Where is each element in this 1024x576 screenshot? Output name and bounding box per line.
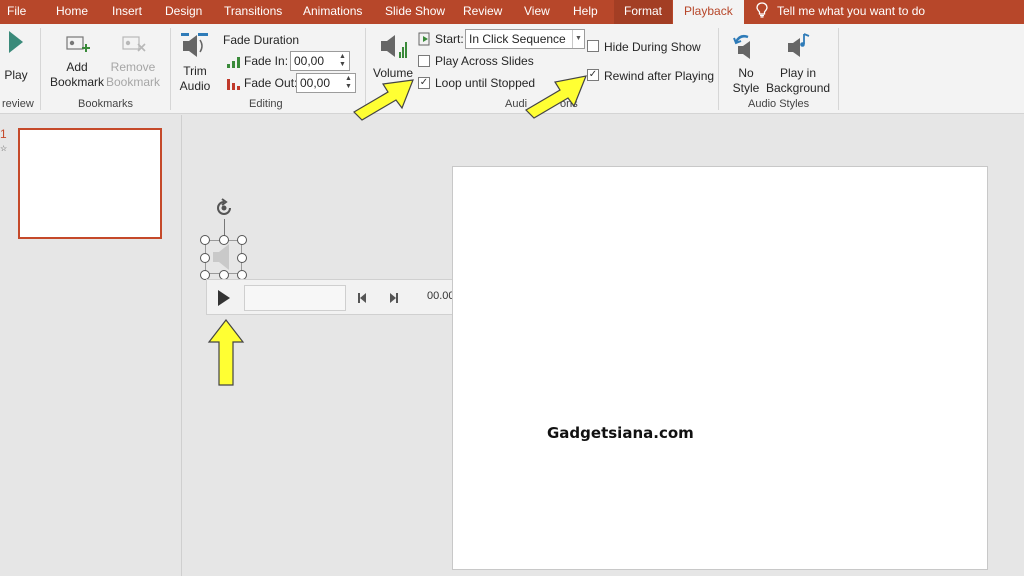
play-icon [9,31,23,53]
trim-audio-icon [181,33,208,57]
tab-view[interactable]: View [524,0,550,24]
group-label-editing: Editing [249,98,283,110]
fade-out-spinner[interactable]: 00,00 ▲ ▼ [296,73,356,93]
play-across-slides-label: Play Across Slides [435,54,534,68]
skip-back-icon[interactable] [357,292,369,304]
fade-in-value: 00,00 [294,54,325,68]
hide-during-show-label: Hide During Show [604,40,701,54]
play-in-background-label-1: Play in [779,66,817,80]
slide-thumbnail[interactable] [18,128,162,239]
separator [718,28,719,110]
lightbulb-icon [756,2,768,18]
slide-number: 1 [0,127,7,141]
play-label: Play [4,68,28,82]
remove-bookmark-label-2: Bookmark [106,75,161,89]
fade-out-icon [227,79,240,90]
resize-handle[interactable] [237,235,247,245]
tab-slide-show[interactable]: Slide Show [385,0,445,24]
play-preview-button[interactable]: Play [4,30,28,83]
separator [170,28,171,110]
skip-forward-icon[interactable] [387,292,399,304]
tell-me-box[interactable]: Tell me what you want to do [756,0,925,24]
start-value: In Click Sequence [469,32,566,46]
add-bookmark-label-1: Add [66,60,88,74]
tab-format[interactable]: Format [614,0,673,24]
add-bookmark-icon [66,36,90,52]
fade-in-label: Fade In: [244,54,289,68]
tell-me-text: Tell me what you want to do [777,4,926,18]
resize-handle[interactable] [219,235,229,245]
tab-transitions[interactable]: Transitions [224,0,282,24]
no-style-label-1: No [738,66,754,80]
slide-marker: ☆ [0,144,8,153]
fade-in-spinner[interactable]: 00,00 ▲ ▼ [290,51,350,71]
play-in-background-icon [788,33,810,57]
slide-thumbnail-pane: 1 ☆ [0,115,182,576]
annotation-arrow-icon [353,79,414,121]
tab-insert[interactable]: Insert [112,0,142,24]
separator [838,28,839,110]
annotation-arrow-icon [207,319,245,386]
play-in-background-label-2: Background [766,81,831,95]
tab-file[interactable]: File [7,0,26,24]
volume-icon [381,35,407,58]
start-icon [418,32,430,46]
fade-out-value: 00,00 [300,76,331,90]
add-bookmark-button[interactable]: Add Bookmark [50,34,104,90]
no-style-icon [733,34,750,59]
remove-bookmark-label-1: Remove [110,60,156,74]
remove-bookmark-icon [122,36,146,52]
tab-home[interactable]: Home [56,0,88,24]
tab-playback[interactable]: Playback [673,0,744,24]
separator [40,28,41,110]
remove-bookmark-button[interactable]: Remove Bookmark [106,34,160,90]
group-label-audio-styles: Audio Styles [748,98,810,110]
resize-handle[interactable] [237,253,247,263]
slide-canvas[interactable] [452,166,988,570]
fade-in-icon [227,57,240,68]
play-button-icon[interactable] [216,289,232,307]
annotation-arrow-icon [525,75,587,119]
group-label-bookmarks: Bookmarks [78,98,134,110]
ribbon-tab-bar: File Home Insert Design Transitions Anim… [0,0,1024,24]
tab-review[interactable]: Review [463,0,502,24]
watermark-text: Gadgetsiana.com [547,424,694,442]
rewind-after-playing-label: Rewind after Playing [604,69,715,83]
rotate-handle-line [224,219,225,236]
tab-design[interactable]: Design [165,0,202,24]
add-bookmark-label-2: Bookmark [50,75,105,89]
rotate-handle-icon[interactable] [212,196,236,220]
resize-handle[interactable] [200,235,210,245]
fade-duration-label: Fade Duration [223,33,300,47]
audio-progress-track[interactable] [244,285,346,311]
no-style-label-2: Style [732,81,760,95]
resize-handle[interactable] [200,253,210,263]
ribbon: Play review Add Bookmark Remove Bookmark… [0,24,1024,114]
spinner-arrows-icon[interactable]: ▲ ▼ [339,53,347,69]
tab-animations[interactable]: Animations [303,0,362,24]
trim-label-2: Audio [179,79,211,93]
chevron-down-icon[interactable]: ▼ [572,30,584,48]
tab-help[interactable]: Help [573,0,598,24]
start-label: Start: [435,32,464,46]
fade-out-label: Fade Out: [244,76,298,90]
no-style-button[interactable]: No Style [728,32,764,96]
play-across-slides-checkbox[interactable] [418,55,430,67]
play-in-background-button[interactable]: Play in Background [766,32,830,96]
trim-label-1: Trim [183,64,207,78]
hide-during-show-checkbox[interactable] [587,40,599,52]
loop-until-stopped-label: Loop until Stopped [435,76,536,90]
group-label-preview: review [2,98,34,110]
trim-audio-button[interactable]: Trim Audio [176,32,214,94]
start-dropdown[interactable]: In Click Sequence ▼ [465,29,585,49]
